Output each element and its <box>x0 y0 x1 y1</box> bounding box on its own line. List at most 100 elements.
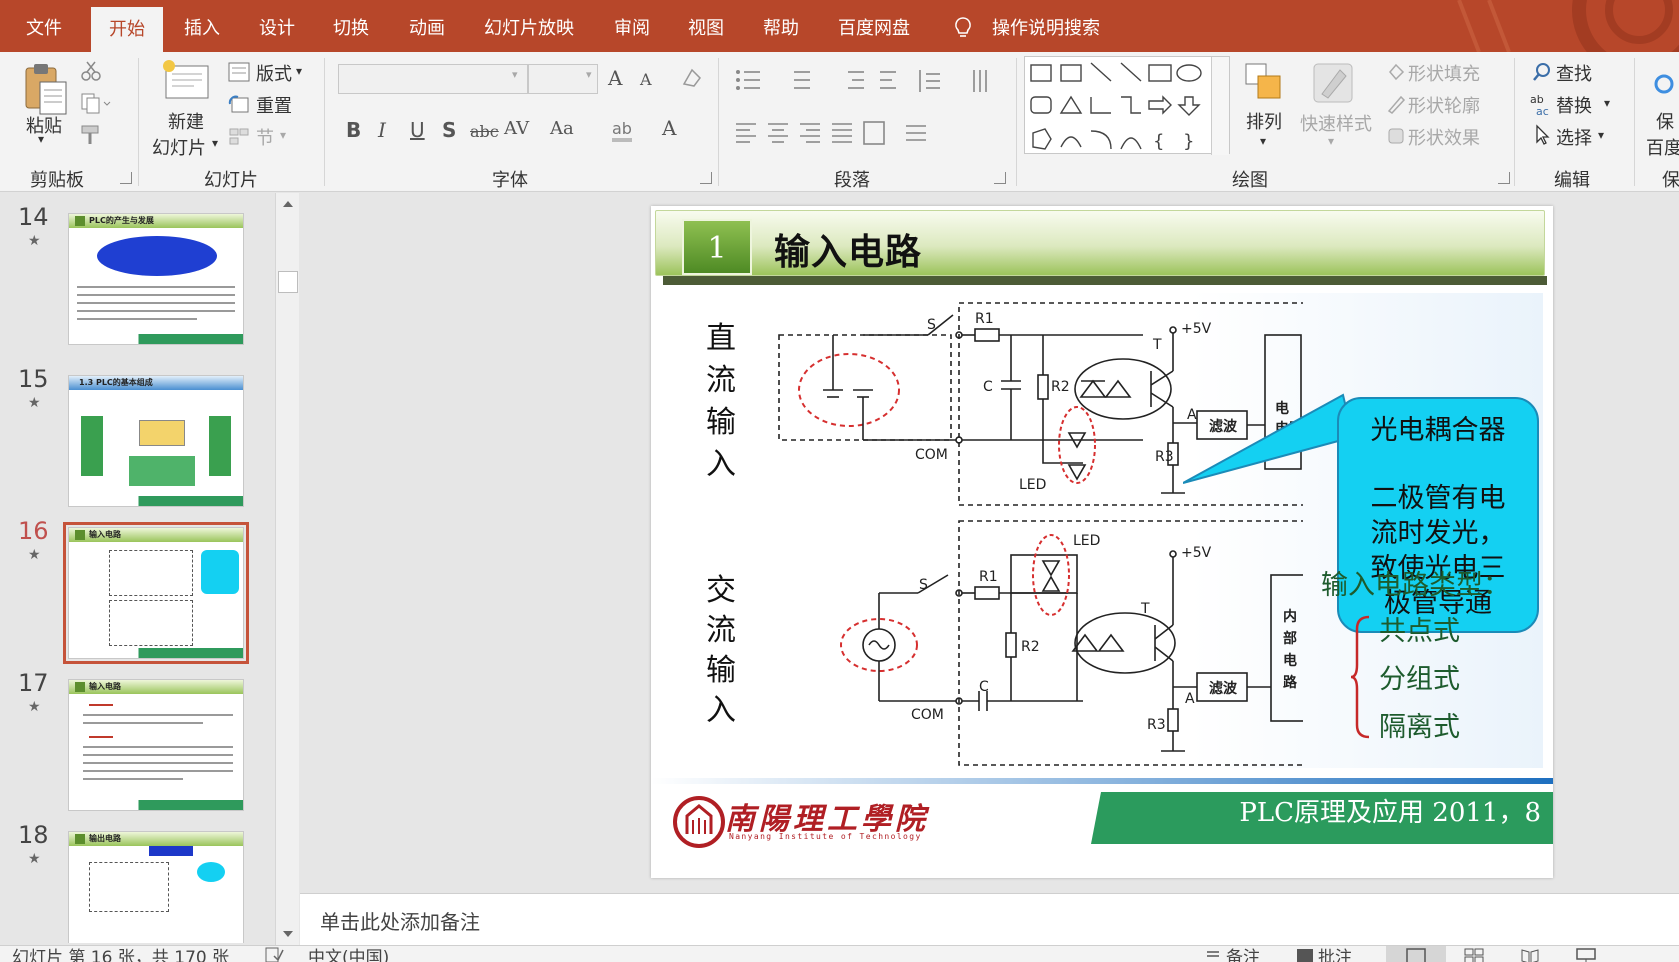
scroll-thumb[interactable] <box>278 271 298 293</box>
language-indicator[interactable]: 中文(中国) <box>308 946 389 962</box>
chevron-down-icon[interactable]: ▾ <box>586 68 592 81</box>
shadow-button[interactable]: S <box>442 118 456 142</box>
shapes-icon[interactable]: {} <box>1025 57 1231 155</box>
chevron-down-icon[interactable]: ▾ <box>296 64 302 78</box>
reading-view-icon[interactable] <box>1520 948 1540 962</box>
clipboard-launcher-icon[interactable] <box>120 172 132 184</box>
notes-pane[interactable]: 单击此处添加备注 <box>300 893 1679 945</box>
reset-button[interactable]: 重置 <box>256 92 292 118</box>
slide-thumbnail-17[interactable]: 输入电路 <box>68 679 244 811</box>
reset-icon[interactable] <box>228 94 250 114</box>
chevron-down-icon[interactable]: ▾ <box>212 136 218 150</box>
shrink-font-button[interactable]: A <box>640 70 652 89</box>
tab-home[interactable]: 开始 <box>91 7 163 52</box>
tab-review[interactable]: 审阅 <box>614 0 650 52</box>
paste-icon[interactable] <box>22 60 70 116</box>
drawing-launcher-icon[interactable] <box>1498 172 1510 184</box>
scroll-down-icon[interactable] <box>279 925 297 943</box>
search-icon[interactable] <box>1532 62 1552 82</box>
quick-styles-icon[interactable] <box>1310 60 1356 106</box>
shape-fill-button[interactable]: 形状填充 <box>1408 60 1480 86</box>
font-name-input[interactable] <box>338 64 528 94</box>
tab-insert[interactable]: 插入 <box>184 0 220 52</box>
char-spacing-button[interactable]: AV <box>504 118 529 139</box>
chevron-down-icon[interactable]: ▾ <box>280 128 286 142</box>
comments-button[interactable]: 批注 <box>1318 946 1352 962</box>
baidu-save-label-2[interactable]: 百度 <box>1646 134 1679 160</box>
bold-button[interactable]: B <box>346 118 361 142</box>
chevron-down-icon[interactable]: ▾ <box>512 68 518 81</box>
chevron-down-icon[interactable]: ▾ <box>1260 134 1266 148</box>
tab-view[interactable]: 视图 <box>688 0 724 52</box>
gallery-scroll[interactable] <box>1211 57 1229 155</box>
notes-button[interactable]: 备注 <box>1226 946 1260 962</box>
baidu-save-label-1[interactable]: 保 <box>1656 108 1674 134</box>
cut-icon[interactable] <box>80 60 102 82</box>
new-slide-icon[interactable] <box>160 58 212 102</box>
spellcheck-icon[interactable] <box>264 946 284 962</box>
underline-button[interactable]: U <box>410 118 425 142</box>
chevron-down-icon[interactable]: ▾ <box>1328 134 1334 148</box>
tell-me-search[interactable]: 操作说明搜索 <box>992 0 1100 52</box>
section-icon[interactable] <box>228 126 250 146</box>
arrange-icon[interactable] <box>1242 60 1286 104</box>
scroll-up-icon[interactable] <box>279 195 297 213</box>
slide-canvas[interactable]: 1 输入电路 直 流 输 入 交 流 输 入 S R1 C R2 T +5V C… <box>651 206 1553 878</box>
grow-font-button[interactable]: A <box>608 66 622 90</box>
tab-design[interactable]: 设计 <box>259 0 295 52</box>
normal-view-button[interactable] <box>1386 946 1446 962</box>
italic-button[interactable]: I <box>378 118 386 142</box>
tab-baidu[interactable]: 百度网盘 <box>838 0 910 52</box>
layout-icon[interactable] <box>228 62 250 82</box>
new-slide-button[interactable]: 幻灯片 <box>152 134 206 160</box>
lightbulb-icon[interactable] <box>953 16 973 40</box>
shapes-gallery[interactable]: {} <box>1024 56 1231 155</box>
baidu-save-icon[interactable] <box>1652 62 1679 102</box>
shape-fill-icon[interactable] <box>1386 62 1406 82</box>
arrange-button[interactable]: 排列 <box>1246 108 1282 134</box>
layout-button[interactable]: 版式 <box>256 60 292 86</box>
select-icon[interactable] <box>1534 124 1552 146</box>
shape-effects-icon[interactable] <box>1386 126 1406 146</box>
input-type-group[interactable]: 分组式 <box>1379 657 1460 696</box>
slide-title[interactable]: 输入电路 <box>774 223 922 275</box>
alignment-icons[interactable] <box>734 118 964 148</box>
notes-placeholder[interactable]: 单击此处添加备注 <box>320 906 480 935</box>
change-case-button[interactable]: Aa <box>550 118 574 139</box>
shape-outline-icon[interactable] <box>1386 94 1406 114</box>
slide-thumbnail-14[interactable]: PLC的产生与发展 <box>68 213 244 345</box>
input-type-isolated[interactable]: 隔离式 <box>1379 705 1460 744</box>
new-slide-label-1[interactable]: 新建 <box>168 108 204 134</box>
slide-thumbnail-18[interactable]: 输出电路 <box>68 831 244 943</box>
paragraph-launcher-icon[interactable] <box>994 172 1006 184</box>
paragraph-list-icons[interactable] <box>734 66 1004 96</box>
chevron-down-icon[interactable]: ▾ <box>1604 96 1610 110</box>
shape-effects-button[interactable]: 形状效果 <box>1408 124 1480 150</box>
highlight-icon[interactable]: ab <box>610 116 636 144</box>
select-button[interactable]: 选择 <box>1556 124 1592 150</box>
tab-help[interactable]: 帮助 <box>763 0 799 52</box>
clear-format-icon[interactable] <box>680 66 704 90</box>
slide-thumbnail-16[interactable]: 输入电路 <box>63 522 249 664</box>
chevron-down-icon[interactable]: ▾ <box>1598 128 1604 142</box>
tab-file[interactable]: 文件 <box>26 0 62 52</box>
replace-button[interactable]: 替换 <box>1556 92 1592 118</box>
strikethrough-button[interactable]: abc <box>470 122 499 141</box>
input-types-title[interactable]: 输入电路类型： <box>1321 563 1510 602</box>
slide-sorter-icon[interactable] <box>1464 948 1484 962</box>
font-launcher-icon[interactable] <box>700 172 712 184</box>
slide-thumbnail-15[interactable]: 1.3 PLC的基本组成 <box>68 375 244 507</box>
copy-icon[interactable] <box>80 92 112 114</box>
replace-icon[interactable]: abac <box>1530 92 1554 116</box>
tab-slideshow[interactable]: 幻灯片放映 <box>484 0 574 52</box>
shape-outline-button[interactable]: 形状轮廓 <box>1408 92 1480 118</box>
tab-animations[interactable]: 动画 <box>409 0 445 52</box>
quick-styles-button[interactable]: 快速样式 <box>1300 110 1372 136</box>
chevron-down-icon[interactable]: ▾ <box>38 132 44 146</box>
footer-course-text[interactable]: PLC原理及应用 2011，8 <box>1239 792 1541 829</box>
tab-transitions[interactable]: 切换 <box>333 0 369 52</box>
format-painter-icon[interactable] <box>80 124 104 146</box>
notes-icon[interactable] <box>1205 948 1221 962</box>
font-color-button[interactable]: A <box>662 116 676 140</box>
find-button[interactable]: 查找 <box>1556 60 1592 86</box>
